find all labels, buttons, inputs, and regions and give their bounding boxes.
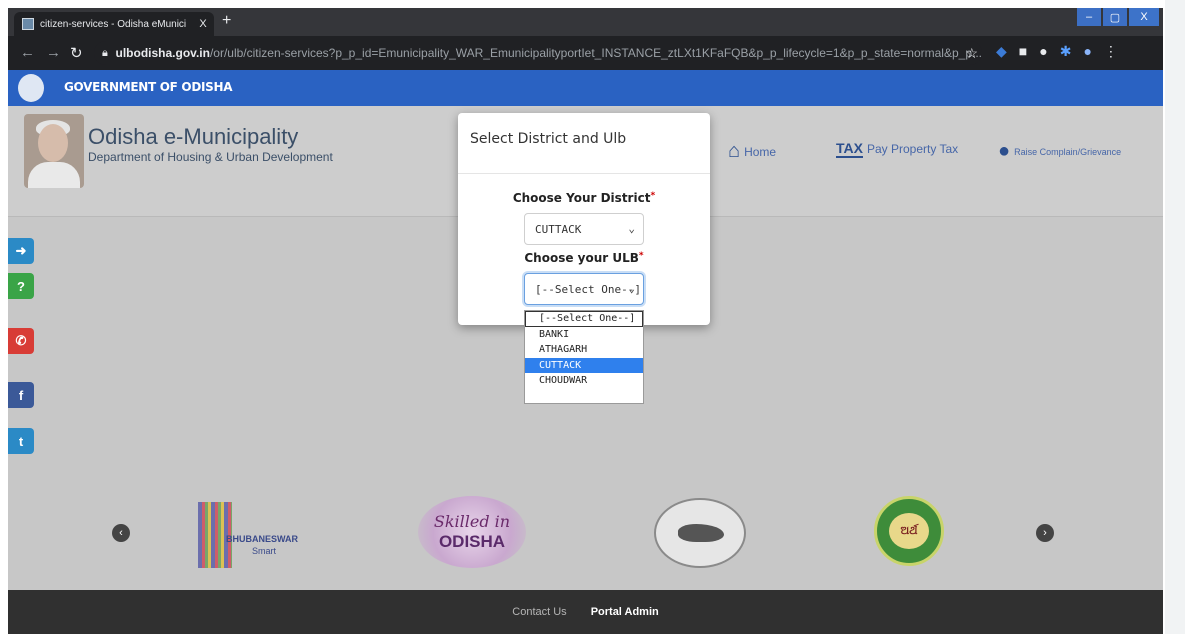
dropdown-option[interactable]: CHOUDWAR (525, 373, 643, 389)
new-tab-button[interactable]: + (222, 12, 231, 30)
ulb-value: [--Select One--] (535, 282, 641, 296)
phone-icon: ✆ (15, 333, 27, 348)
lock-icon: 🔒︎ (102, 46, 108, 59)
close-window-button[interactable]: X (1129, 8, 1159, 26)
nav-complain-label: Raise Complain/Grievance (1014, 146, 1122, 157)
skilled-in-odisha-logo[interactable]: Skilled in ODISHA (418, 496, 526, 568)
tab-strip: citizen-services - Odisha eMunici X + – … (8, 8, 1163, 36)
government-bar: GOVERNMENT OF ODISHA (8, 70, 1163, 106)
site-footer: Contact Us Portal Admin (8, 590, 1163, 634)
right-side-pane (1165, 0, 1185, 634)
site-name: Odisha e-Municipality (88, 124, 299, 149)
browser-toolbar: ← → ↻ 🔒︎ ulbodisha.gov.in /or/ulb/citize… (8, 36, 1163, 70)
nav-pay-property-tax[interactable]: TAX Pay Property Tax (836, 140, 958, 158)
odia-logo-text: ଅର୍ଥ (900, 525, 918, 537)
chevron-down-icon: ⌄ (628, 282, 635, 295)
menu-dots-icon[interactable]: ⋮ (1104, 43, 1118, 60)
address-bar[interactable]: 🔒︎ ulbodisha.gov.in /or/ulb/citizen-serv… (94, 41, 982, 65)
maximize-button[interactable]: ▢ (1103, 8, 1127, 26)
login-icon: ➜ (15, 243, 27, 258)
window-controls: – ▢ X (1075, 8, 1159, 26)
nav-pay-tax-label: Pay Property Tax (866, 142, 959, 156)
nav-home-label: Home (744, 144, 777, 159)
gov-title: GOVERNMENT OF ODISHA (64, 80, 233, 94)
carousel-prev-button[interactable]: ‹ (112, 524, 130, 542)
facebook-icon: f (18, 387, 24, 403)
modal-divider (458, 173, 710, 174)
help-icon: ? (17, 278, 25, 294)
facebook-button[interactable]: f (8, 382, 34, 408)
district-value: CUTTACK (535, 222, 582, 236)
smart-text: Smart (252, 546, 277, 556)
chevron-down-icon: ⌄ (628, 222, 635, 235)
odisha-emblem-icon (18, 74, 44, 102)
camera-extension-icon[interactable]: ■ (1019, 43, 1027, 60)
dropdown-option[interactable]: [--Select One--] (525, 311, 643, 327)
carousel-next-button[interactable]: › (1036, 524, 1054, 542)
chief-minister-portrait (24, 114, 84, 188)
dropdown-option[interactable]: BANKI (525, 327, 643, 343)
skilled-text: Skilled in (433, 512, 511, 531)
dropdown-option-highlighted[interactable]: CUTTACK (525, 357, 643, 373)
ulb-dropdown-list: [--Select One--] BANKI ATHAGARH CUTTACK … (524, 310, 644, 404)
ulb-select[interactable]: [--Select One--] ⌄ (524, 273, 644, 305)
favicon-icon (22, 18, 34, 30)
twitter-icon: t (18, 433, 24, 449)
odisha-text: ODISHA (438, 532, 506, 551)
twitter-button[interactable]: t (8, 428, 34, 454)
tax-icon: TAX (836, 140, 863, 158)
minimize-button[interactable]: – (1077, 8, 1101, 26)
phone-button[interactable]: ✆ (8, 328, 34, 354)
circle-extension-icon[interactable]: ● (1039, 43, 1047, 60)
modal-title: Select District and Ulb (470, 131, 627, 147)
bhubaneswar-text: BHUBANESWAR (226, 534, 298, 544)
reload-icon[interactable]: ↻ (70, 44, 83, 62)
odia-logo[interactable]: ଅର୍ଥ (874, 496, 944, 566)
shield-extension-icon[interactable]: ◆ (996, 43, 1007, 60)
profile-avatar-icon[interactable]: ● (1083, 43, 1091, 60)
district-label: Choose Your District* (512, 191, 656, 205)
star-icon[interactable]: ☆ (965, 45, 978, 62)
ulb-label: Choose your ULB* (524, 251, 644, 265)
url-domain: ulbodisha.gov.in (115, 46, 210, 60)
browser-tab[interactable]: citizen-services - Odisha eMunici X (14, 12, 214, 36)
bhubaneswar-smart-logo[interactable]: BHUBANESWAR Smart (198, 502, 298, 572)
government-emblem-logo[interactable] (654, 498, 746, 568)
extensions-area: ◆ ■ ● ✱ ● ⋮ (996, 43, 1118, 60)
tab-close-icon[interactable]: X (196, 18, 210, 30)
back-arrow-icon[interactable]: ← (20, 44, 35, 61)
portal-admin-link[interactable]: Portal Admin (591, 606, 659, 618)
browser-window: citizen-services - Odisha eMunici X + – … (8, 8, 1163, 634)
district-select[interactable]: CUTTACK ⌄ (524, 213, 644, 245)
help-button[interactable]: ? (8, 273, 34, 299)
tab-title: citizen-services - Odisha eMunici (40, 18, 187, 30)
user-icon: ● (998, 140, 1011, 162)
contact-us-link[interactable]: Contact Us (512, 606, 566, 618)
nav-home[interactable]: ⌂ Home (728, 140, 776, 163)
dropdown-option[interactable]: ATHAGARH (525, 342, 643, 358)
nav-raise-complain[interactable]: ● Raise Complain/Grievance (998, 140, 1121, 163)
forward-arrow-icon[interactable]: → (46, 44, 61, 61)
site-subtitle: Department of Housing & Urban Developmen… (88, 150, 333, 164)
login-button[interactable]: ➜ (8, 238, 34, 264)
puzzle-extension-icon[interactable]: ✱ (1060, 43, 1072, 60)
home-icon: ⌂ (728, 140, 741, 162)
select-district-modal: Select District and Ulb Choose Your Dist… (458, 113, 710, 325)
url-path: /or/ulb/citizen-services?p_p_id=Emunicip… (209, 46, 982, 60)
